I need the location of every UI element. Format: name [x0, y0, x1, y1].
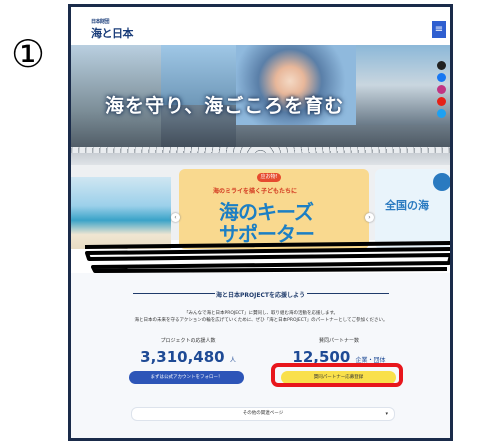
share-icon[interactable] — [437, 109, 446, 118]
hero-photo-group — [356, 45, 450, 125]
section-description-line1: 「みんなで海と日本PROJECT」に賛同し、取り組む海の活動を応援します。 — [184, 311, 338, 316]
hero-title: 海を守り、海ごころを育む — [105, 95, 345, 117]
supporter-count-label: プロジェクトの応援人数 — [160, 338, 216, 344]
section-title: 海と日本PROJECTを応援しよう — [216, 292, 305, 299]
carousel-slide-kids-supporter[interactable]: 应お物! 海のミライを描く子どもたちに 海のキーズ サポーター — [179, 169, 369, 249]
supporter-count-number: 3,310,480 — [140, 348, 225, 366]
website-page: 日本財団 海と日本 ≡ 海を守り、海ごころを育む 应お物! 海のミライを描く子ど… — [71, 7, 450, 438]
carousel-prev-arrow[interactable]: ‹ — [171, 213, 180, 222]
redaction-scribble — [84, 241, 450, 273]
slide-right-text: 全国の海 — [385, 199, 429, 212]
slide-badge: 应お物! — [257, 173, 281, 182]
follow-official-account-button[interactable]: まずは公式アカウントをフォロー！ — [129, 371, 244, 384]
hamburger-menu-button[interactable]: ≡ — [432, 21, 446, 38]
hero-banner: 海を守り、海ごころを育む — [71, 45, 450, 153]
tiktok-icon[interactable] — [437, 61, 446, 70]
slide-subtitle: 海のミライを描く子どもたちに — [213, 188, 298, 195]
carousel-slide-nationwide[interactable]: 全国の海 — [375, 169, 450, 249]
carousel-next-arrow[interactable]: › — [365, 213, 374, 222]
supporter-count-unit: 人 — [229, 357, 236, 364]
logo-text: 海と日本 — [91, 27, 134, 40]
wave-band — [71, 153, 450, 165]
chevron-down-icon: ▾ — [385, 411, 388, 417]
slide-headline-line1: 海のキーズ — [219, 200, 314, 224]
screenshot-frame: 日本財団 海と日本 ≡ 海を守り、海ごころを育む 应お物! 海のミライを描く子ど… — [68, 4, 453, 441]
dropdown-label: その他の関連ページ — [242, 411, 284, 416]
related-pages-dropdown[interactable]: その他の関連ページ ▾ — [131, 407, 395, 421]
partner-count-label: 賛同パートナー数 — [318, 338, 359, 344]
facebook-icon[interactable] — [437, 73, 446, 82]
feature-carousel: 应お物! 海のミライを描く子どもたちに 海のキーズ サポーター 全国の海 ‹ › — [71, 165, 450, 249]
section-description-line2: 海と日本の未来を守るアクションの輪を広げていくために、ぜひ「海と日本PROJEC… — [134, 318, 388, 323]
slide-tag-icon — [433, 173, 450, 191]
youtube-icon[interactable] — [437, 97, 446, 106]
logo-small-text: 日本財団 — [91, 19, 110, 25]
site-logo[interactable]: 日本財団 海と日本 — [91, 19, 134, 41]
supporter-count-value: 3,310,480 人 — [113, 348, 263, 366]
instagram-icon[interactable] — [437, 85, 446, 94]
highlight-box — [271, 363, 403, 387]
step-number-marker: ① — [10, 32, 46, 76]
